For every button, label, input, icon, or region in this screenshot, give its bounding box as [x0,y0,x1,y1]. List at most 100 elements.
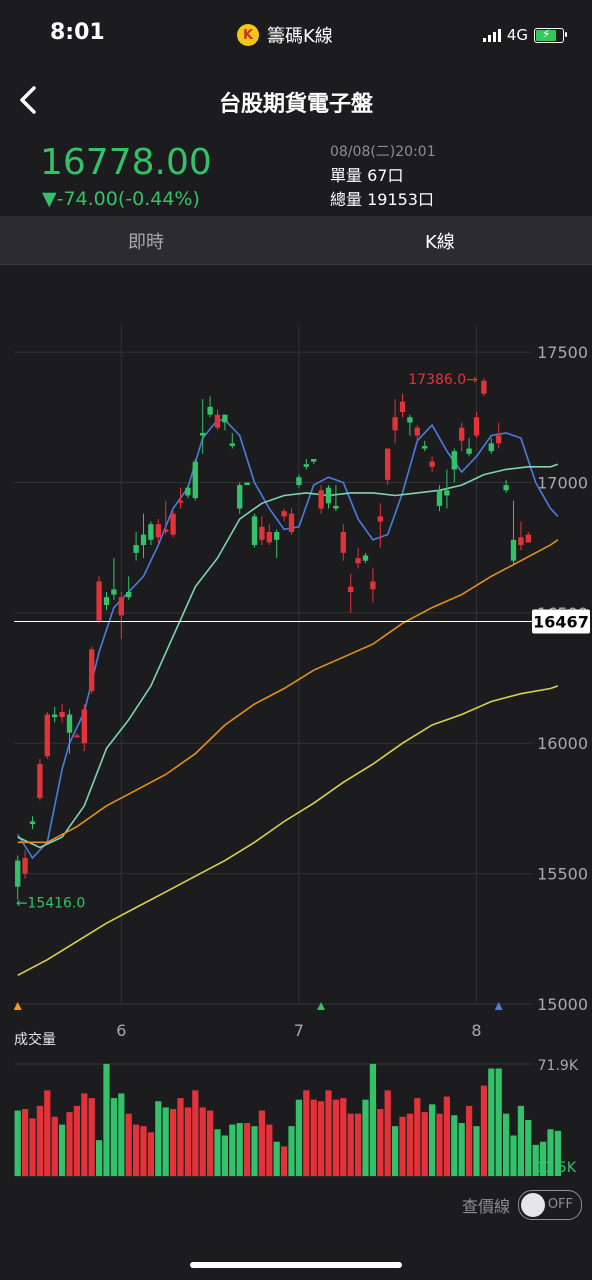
candle-body [414,427,420,436]
candle-body [444,490,450,496]
candle-body [59,711,65,718]
candle [207,396,213,418]
volume-bar [66,1112,73,1176]
candle [399,393,406,418]
candle-body [170,513,176,535]
candle [111,558,117,600]
candle [177,487,184,509]
x-tick-label: 6 [116,1021,126,1040]
candle-body [451,451,457,470]
volume-bar [340,1098,347,1176]
candle [214,409,221,431]
candle-body [385,448,391,480]
candle [333,485,339,512]
volume-bar [539,1141,547,1176]
candle-body [407,417,413,423]
candle-body [333,505,339,509]
x-tick-label: 7 [294,1021,304,1040]
volume-bar [354,1113,362,1176]
candle-series [15,378,531,900]
volume-bar [58,1124,66,1176]
volume-bar [369,1063,377,1176]
volume-bar [303,1090,310,1176]
candle-body [37,764,43,798]
current-price-value: 16467 [533,612,589,631]
status-app-name: 籌碼K線 [267,26,333,47]
event-marker-icon [494,1002,503,1010]
volume-bar [192,1090,199,1176]
candle [436,485,443,512]
tab-realtime[interactable]: 即時 [128,228,164,254]
candle [525,532,531,543]
candle [296,474,302,488]
volume-bar [443,1096,451,1176]
volume-bar [88,1098,95,1176]
y-axis-labels: 175001700016500160001550015000 [537,343,588,1014]
candle [170,511,176,538]
volume-bar [510,1135,517,1176]
candle-body [185,487,191,496]
volume-bar [347,1113,354,1176]
candle [22,850,28,879]
tab-kline[interactable]: K線 [425,228,455,254]
candle-body [200,432,206,436]
price-line-toggle[interactable]: OFF [518,1190,582,1220]
volume-bar [29,1118,36,1176]
candle-body [29,821,36,825]
app-header: 台股期貨電子盤 [0,70,592,130]
candle-body [111,589,117,595]
candle-body [325,487,332,504]
battery-icon: ⚡ [534,27,567,43]
volume-bar [421,1112,428,1176]
candle-body [488,443,494,452]
candle [459,422,465,452]
volume-bar [280,1146,288,1176]
candle [503,479,509,493]
volume-bar [480,1085,488,1176]
candle-body [103,597,110,606]
candle [362,552,369,564]
volume-bar [436,1113,443,1176]
candle-body [355,558,361,564]
volume-bar [155,1101,162,1176]
y-tick-label: 16000 [537,734,588,753]
candle-body [126,591,132,598]
candle-body [96,581,102,621]
volume-bar [473,1126,480,1176]
candle [281,508,287,522]
candle-body [251,516,258,546]
candle [44,711,50,759]
volume-bar [406,1113,414,1176]
candle [237,482,243,514]
kline-chart[interactable]: 175001700016500160001550015000 678 16467… [0,264,592,1190]
volume-bar [36,1105,44,1176]
candle-body [473,417,480,436]
candle [518,521,524,551]
candle-body [496,435,502,444]
candle [348,573,354,613]
candle [422,440,428,452]
volume-bar [125,1113,132,1176]
candle [52,706,58,723]
volume-bar [502,1113,510,1176]
candle-body [148,524,154,540]
quote-meta: 08/08(二)20:01 單量 67口 總量 19153口 [330,140,436,212]
single-volume: 單量 67口 [330,166,404,185]
candle-body [392,417,398,431]
last-price: 16778.00 [40,142,212,183]
event-marker-icon [317,1002,326,1010]
candle-body [118,597,124,616]
volume-bar [525,1119,532,1176]
candle-body [214,414,221,428]
volume-bar [465,1105,473,1176]
candle-body [436,490,443,506]
volume-bar [273,1141,280,1176]
volume-title: 成交量 [14,1031,56,1048]
low-price-label: ←15416.0 [16,896,86,912]
volume-max-label: 71.9K [538,1058,579,1074]
candle-body [377,516,383,522]
candle [118,591,124,639]
candle [481,378,487,397]
candle-body [318,490,324,509]
candle [103,591,110,611]
